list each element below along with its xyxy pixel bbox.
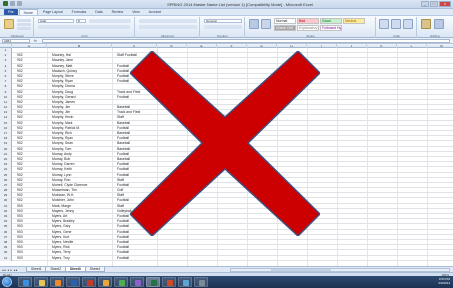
insert-cells-icon[interactable] [379,19,389,29]
name-box[interactable]: A961 [2,39,30,43]
font-group: Arial 8 Font [35,17,135,38]
powerpoint-icon [167,280,173,286]
editing-group: Editing [418,17,452,38]
cell-name[interactable]: Myers, Troy [52,256,70,261]
number-format-select[interactable]: General [204,19,242,23]
taskbar-outlook-button[interactable] [98,277,112,287]
style-bad[interactable]: Bad [297,18,319,24]
taskbar-word-button[interactable] [66,277,80,287]
delete-cells-icon[interactable] [391,19,401,29]
taskbar-explorer-button[interactable] [34,277,48,287]
scrollbar-thumb[interactable] [271,269,331,271]
cut-button[interactable] [17,19,31,22]
app-icon [183,280,189,286]
cell-sport[interactable]: Football [117,256,129,261]
minimize-button[interactable]: _ [421,1,429,7]
taskbar-calculator-button[interactable] [194,277,208,287]
cell-code[interactable]: 903 [17,256,23,261]
clipboard-group: Clipboard [1,17,34,38]
gridline [112,48,113,266]
sort-filter-icon[interactable] [421,19,431,29]
formula-input[interactable] [42,39,450,43]
style-followed-hyperlink[interactable]: Followed Hyp... [320,25,342,31]
outlook-icon [103,280,109,286]
taskbar-powerpoint-button[interactable] [162,277,176,287]
style-normal[interactable]: Normal [274,18,296,24]
taskbar-chrome-button[interactable] [114,277,128,287]
taskbar-media-button[interactable] [50,277,64,287]
ribbon: Clipboard Arial 8 Font Alignment General… [0,15,453,38]
excel-logo-icon[interactable] [3,1,8,6]
number-format-buttons[interactable] [204,25,242,29]
media-player-icon [55,280,61,286]
bold-italic-underline-row[interactable] [38,25,130,29]
clock-date: 2/3/2014 [438,281,450,285]
title-bar: SPRING 2014 Master Name List (version 1)… [0,0,453,9]
worksheet-grid[interactable]: ABCDEFGHIJKLMNOP 12902Mauney, HalStaff F… [0,44,453,266]
gridline [47,48,48,266]
alignment-group: Alignment [136,17,200,38]
table-row: 41 903 Myers, Troy Football [0,255,453,261]
format-as-table-icon[interactable] [261,19,271,29]
close-button[interactable]: x [439,1,451,7]
taskbar: 9:53 PM 2/3/2014 [0,276,453,288]
word-icon [71,280,77,286]
number-group: General Number [201,17,245,38]
find-select-icon[interactable] [434,19,444,29]
window-title: SPRING 2014 Master Name List (version 1)… [167,2,313,7]
gridline [337,48,338,266]
font-size-select[interactable]: 8 [76,19,86,23]
gridline [397,48,398,266]
style-check-cell[interactable]: Check Cell [274,25,296,31]
save-icon[interactable] [10,1,15,6]
style-neutral[interactable]: Neutral [343,18,365,24]
gridline [367,48,368,266]
fx-label[interactable]: fx [34,39,37,43]
font-name-select[interactable]: Arial [38,19,74,23]
excel-icon [151,280,157,286]
taskbar-clock[interactable]: 9:53 PM 2/3/2014 [438,277,450,285]
undo-icon[interactable] [17,1,22,6]
paste-icon[interactable] [4,19,14,29]
taskbar-excel-button[interactable] [146,277,160,287]
cells-group: Cells [377,17,417,38]
font-grow-shrink-buttons[interactable] [89,19,131,23]
pdf-icon [87,280,93,286]
conditional-formatting-icon[interactable] [249,19,259,29]
format-painter-button[interactable] [17,27,31,30]
window-controls: _ □ x [421,1,451,7]
gridline [427,48,428,266]
row-header[interactable]: 41 [0,255,12,261]
taskbar-app-button[interactable] [178,277,192,287]
align-top-row[interactable] [139,19,197,23]
taskbar-pdf-button[interactable] [82,277,96,287]
maximize-button[interactable]: □ [430,1,438,7]
align-bottom-row[interactable] [139,25,197,29]
paint-icon [135,280,141,286]
format-cells-icon[interactable] [403,19,413,29]
ie-icon [23,280,29,286]
x-mark-icon [130,51,320,236]
copy-button[interactable] [17,23,31,26]
style-good[interactable]: Good [320,18,342,24]
style-explanatory[interactable]: Explanatory [297,25,319,31]
taskbar-ie-button[interactable] [18,277,32,287]
folder-icon [39,280,45,286]
chrome-icon [119,280,125,286]
taskbar-paint-button[interactable] [130,277,144,287]
quick-access-toolbar [3,1,22,6]
styles-group: Normal Bad Good Neutral Check Cell Expla… [246,17,376,38]
start-button[interactable] [2,277,12,287]
calculator-icon [199,280,205,286]
